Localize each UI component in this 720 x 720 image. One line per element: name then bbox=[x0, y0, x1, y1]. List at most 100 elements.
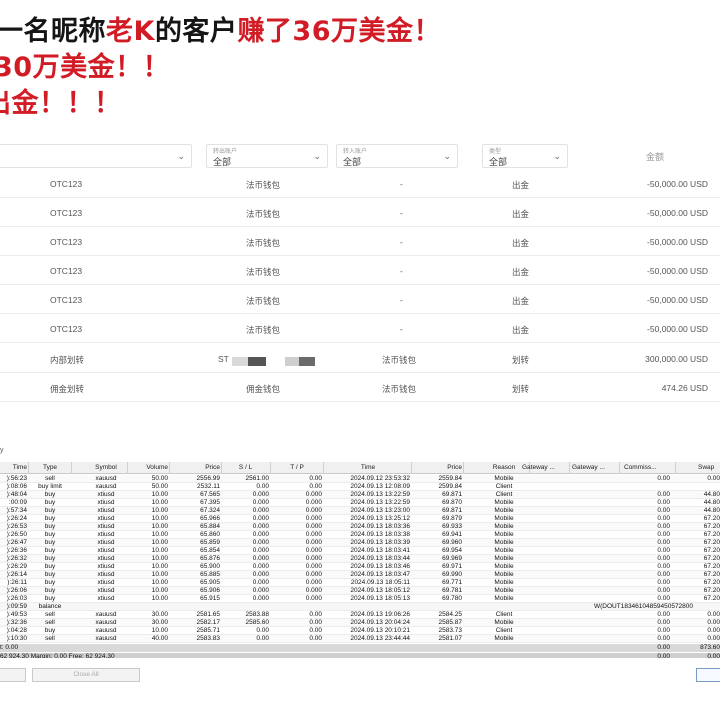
table-row[interactable]: ):26:11 buy xtiusd 10.00 65.905 0.000 0.000 202… bbox=[0, 579, 720, 587]
cell-swap: 44.80 bbox=[703, 507, 720, 514]
table-row[interactable]: ):10:30 sell xauusd 40.00 2583.83 0.00 0.00 202… bbox=[0, 635, 720, 643]
transaction-row[interactable]: 内部划转 ST 法币钱包 划转 300,000.00 USD bbox=[0, 344, 720, 373]
tx-from: 法币钱包 bbox=[246, 180, 281, 190]
transaction-row[interactable]: 佣金划转 佣金钱包 法币钱包 划转 474.26 USD bbox=[0, 373, 720, 402]
chevron-down-icon: ⌄ bbox=[443, 151, 451, 161]
type-select[interactable]: 类型 全部 ⌄ bbox=[482, 144, 568, 168]
cell-commission: 0.00 bbox=[657, 507, 670, 514]
transaction-row[interactable]: OTC123 法币钱包 - 出金 -50,000.00 USD bbox=[0, 198, 720, 227]
cell-type: buy bbox=[44, 515, 56, 522]
column-header[interactable]: Time bbox=[326, 464, 410, 471]
transaction-row[interactable]: OTC123 法币钱包 - 出金 -50,000.00 USD bbox=[0, 314, 720, 343]
tx-to: - bbox=[400, 179, 403, 189]
table-row[interactable]: ):26:06 buy xtiusd 10.00 65.906 0.000 0.000 202… bbox=[0, 587, 720, 595]
table-row[interactable]: ):49:53 sell xauusd 30.00 2581.65 2583.88 0.00… bbox=[0, 611, 720, 619]
table-row[interactable]: ):04:28 buy xauusd 10.00 2585.71 0.00 0.00 2024… bbox=[0, 627, 720, 635]
table-row[interactable]: ):08:06 buy limit xauusd 50.00 2532.11 0.00 0.… bbox=[0, 483, 720, 491]
cell-price: 2556.99 bbox=[196, 475, 221, 482]
column-header[interactable]: Gateway ... bbox=[522, 464, 568, 471]
cell-close-time: 2024.09.13 13:23:00 bbox=[350, 507, 410, 514]
transaction-row[interactable]: OTC123 法币钱包 - 出金 -50,000.00 USD bbox=[0, 256, 720, 285]
cell-type: sell bbox=[45, 475, 55, 482]
table-row[interactable]: ):48:04 buy xtiusd 10.00 67.565 0.000 0.000 202… bbox=[0, 491, 720, 499]
cell-symbol: xtiusd bbox=[97, 563, 115, 570]
table-row[interactable]: ):26:03 buy xtiusd 10.00 65.915 0.000 0.000 202… bbox=[0, 595, 720, 603]
transaction-row[interactable]: OTC123 法币钱包 - 出金 -50,000.00 USD bbox=[0, 227, 720, 256]
table-row[interactable]: ):26:50 buy xtiusd 10.00 65.860 0.000 0.000 202… bbox=[0, 531, 720, 539]
cell-reason: Mobile bbox=[494, 539, 514, 546]
cell-close-time: 2024.09.13 13:22:59 bbox=[350, 491, 410, 498]
cell-type: buy bbox=[44, 627, 56, 634]
cell-time: ):48:04 bbox=[6, 491, 27, 498]
terminal-tab-label: y bbox=[0, 447, 4, 454]
out-account-select[interactable]: 转出账户 全部 ⌄ bbox=[206, 144, 328, 168]
cell-price: 65.966 bbox=[200, 515, 220, 522]
column-header[interactable]: S / L bbox=[222, 464, 269, 471]
cell-tp: 0.000 bbox=[305, 491, 322, 498]
cell-commission: 0.00 bbox=[657, 491, 670, 498]
cell-commission: 0.00 bbox=[657, 547, 670, 554]
table-row[interactable]: ):26:32 buy xtiusd 10.00 65.876 0.000 0.000 202… bbox=[0, 555, 720, 563]
cell-volume: 10.00 bbox=[151, 499, 168, 506]
footer-button[interactable] bbox=[0, 668, 26, 682]
table-row[interactable]: ):26:47 buy xtiusd 10.00 65.859 0.000 0.000 202… bbox=[0, 539, 720, 547]
column-header[interactable]: Swap bbox=[698, 464, 720, 471]
table-row[interactable]: ):26:14 buy xtiusd 10.00 65.885 0.000 0.000 202… bbox=[0, 571, 720, 579]
cell-close-price: 69.933 bbox=[442, 523, 462, 530]
column-header[interactable]: Gateway ... bbox=[572, 464, 618, 471]
filter-select-partial[interactable]: ⌄ bbox=[0, 144, 192, 168]
tx-type: 出金 bbox=[512, 209, 530, 219]
column-header[interactable]: Commiss... bbox=[624, 464, 674, 471]
in-account-select[interactable]: 转入账户 全部 ⌄ bbox=[336, 144, 458, 168]
cell-sl: 0.000 bbox=[252, 587, 269, 594]
cell-tp: 0.000 bbox=[305, 515, 322, 522]
tx-amount: 300,000.00 USD bbox=[645, 354, 708, 364]
table-row[interactable]: ):57:34 buy xtiusd 10.00 67.324 0.000 0.000 202… bbox=[0, 507, 720, 515]
cell-symbol: xtiusd bbox=[97, 531, 115, 538]
cell-price: 2582.17 bbox=[196, 619, 221, 626]
cell-close-price: 69.879 bbox=[442, 515, 462, 522]
cell-sl: 2561.00 bbox=[245, 475, 270, 482]
cell-close-time: 2024.09.13 12:08:09 bbox=[350, 483, 410, 490]
tx-to: 法币钱包 bbox=[382, 384, 417, 394]
footer-button-right[interactable] bbox=[696, 668, 720, 682]
cell-type: buy bbox=[44, 499, 56, 506]
table-row[interactable]: ):26:53 buy xtiusd 10.00 65.884 0.000 0.000 202… bbox=[0, 523, 720, 531]
column-header[interactable]: Volume bbox=[128, 464, 168, 471]
cell-swap: 67.20 bbox=[703, 587, 720, 594]
table-row[interactable]: ):32:36 sell xauusd 30.00 2582.17 2585.60 0.00… bbox=[0, 619, 720, 627]
cell-swap: 0.00 bbox=[707, 475, 720, 482]
transaction-row[interactable]: OTC123 法币钱包 - 出金 -50,000.00 USD bbox=[0, 285, 720, 314]
cell-swap: 67.20 bbox=[703, 563, 720, 570]
column-header[interactable]: Reason bbox=[480, 464, 528, 471]
table-row[interactable]: ):09:59 balance W(DOUT18346104859450572800 bbox=[0, 603, 720, 611]
cell-sl: 0.000 bbox=[252, 539, 269, 546]
column-header[interactable]: Symbol bbox=[86, 464, 126, 471]
column-header[interactable]: Type bbox=[30, 464, 70, 471]
tx-name: 佣金划转 bbox=[50, 384, 85, 394]
column-header[interactable]: T / P bbox=[272, 464, 322, 471]
headline-line-2: 30万美金！！ bbox=[0, 50, 720, 86]
cell-price: 65.876 bbox=[200, 555, 220, 562]
headline-text: 出金！！！ bbox=[0, 88, 122, 119]
cell-commission: 0.00 bbox=[657, 579, 670, 586]
tx-type: 划转 bbox=[512, 355, 530, 365]
table-row[interactable]: ):26:36 buy xtiusd 10.00 65.854 0.000 0.000 202… bbox=[0, 547, 720, 555]
cell-volume: 10.00 bbox=[151, 539, 168, 546]
column-header[interactable]: Price bbox=[172, 464, 220, 471]
transaction-row[interactable]: OTC123 法币钱包 - 出金 -50,000.00 USD bbox=[0, 169, 720, 198]
cell-close-price: 69.871 bbox=[442, 491, 462, 498]
column-header[interactable]: Price bbox=[412, 464, 462, 471]
column-header[interactable]: Time bbox=[0, 464, 27, 471]
cell-close-price: 69.780 bbox=[442, 595, 462, 602]
cell-sl: 0.00 bbox=[256, 627, 269, 634]
table-row[interactable]: ):56:23 sell xauusd 50.00 2556.99 2561.00 0.00… bbox=[0, 475, 720, 483]
close-all-button[interactable]: Close All bbox=[32, 668, 140, 682]
cell-price: 2581.65 bbox=[196, 611, 221, 618]
table-row[interactable]: ):26:24 buy xtiusd 10.00 65.966 0.000 0.000 202… bbox=[0, 515, 720, 523]
table-row[interactable]: :00:09 buy xtiusd 10.00 67.395 0.000 0.000 2024… bbox=[0, 499, 720, 507]
table-row[interactable]: ):26:29 buy xtiusd 10.00 65.900 0.000 0.000 202… bbox=[0, 563, 720, 571]
cell-reason: Client bbox=[495, 491, 513, 498]
cell-time: ):04:28 bbox=[6, 627, 27, 634]
tx-name: OTC123 bbox=[50, 295, 83, 305]
